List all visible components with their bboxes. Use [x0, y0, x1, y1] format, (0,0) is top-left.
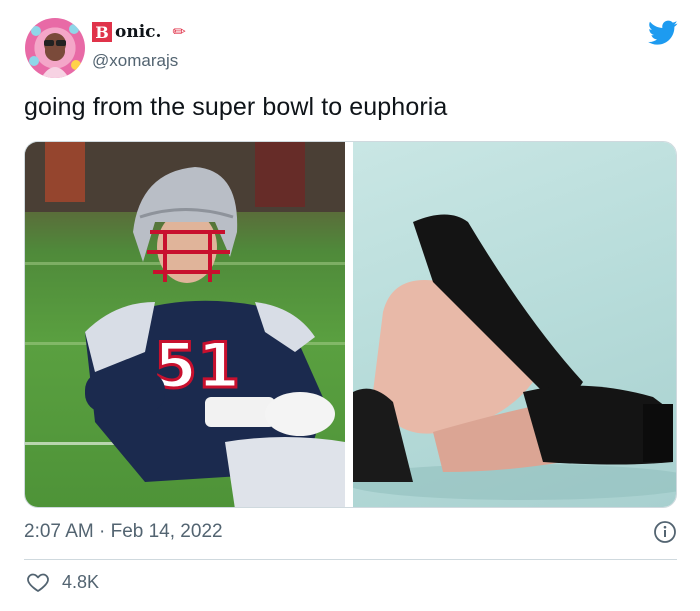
info-icon[interactable] [653, 520, 677, 544]
tweet-text: going from the super bowl to euphoria [24, 93, 448, 121]
media-image-left[interactable]: 51 [25, 142, 345, 507]
divider [24, 559, 677, 560]
twitter-bird-icon[interactable] [648, 20, 678, 46]
display-name[interactable]: B onic. ✏ [92, 22, 186, 42]
media-image-right[interactable] [353, 142, 676, 507]
like-count: 4.8K [62, 571, 100, 592]
tweet-media[interactable]: 51 [24, 141, 677, 508]
avatar[interactable] [25, 18, 85, 78]
legs-boots-image [353, 214, 676, 500]
tweet-card: B onic. ✏ @xomarajs going from the super… [0, 0, 700, 611]
display-name-text: onic. [115, 22, 162, 42]
crayon-emoji-icon: ✏ [172, 24, 186, 41]
like-button[interactable]: 4.8K [26, 570, 99, 594]
football-player-image: 51 [25, 142, 345, 507]
tweet-timestamp[interactable]: 2:07 AM · Feb 14, 2022 [24, 521, 223, 543]
jersey-number: 51 [154, 329, 240, 402]
media-gap [345, 142, 353, 507]
name-badge: B [92, 22, 112, 42]
heart-icon[interactable] [26, 570, 50, 594]
user-handle[interactable]: @xomarajs [92, 51, 178, 71]
